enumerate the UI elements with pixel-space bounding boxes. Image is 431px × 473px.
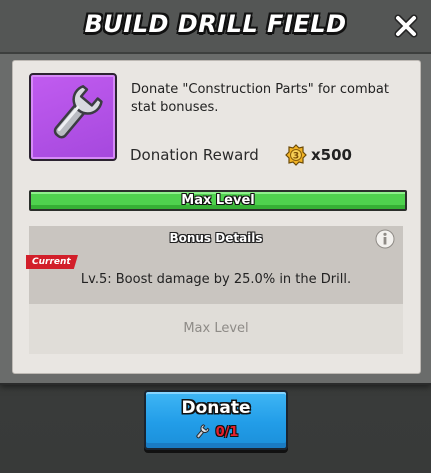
- svg-text:3: 3: [293, 152, 299, 162]
- current-tag: Current: [26, 255, 78, 269]
- dialog-header: BUILD DRILL FIELD: [0, 0, 431, 54]
- donate-button[interactable]: Donate 0/1: [144, 390, 288, 450]
- current-bonus-text: Lv.5: Boost damage by 25.0% in the Drill…: [80, 272, 352, 287]
- wrench-icon: [53, 85, 103, 139]
- next-bonus-text: Max Level: [183, 321, 249, 336]
- bonus-details-panel: Bonus Details Current Lv.5: Boost damage…: [26, 226, 403, 354]
- donate-cost: 0/1: [146, 424, 286, 440]
- bonus-header: Bonus Details: [29, 226, 403, 252]
- reward-label: Donation Reward: [130, 146, 259, 164]
- close-button[interactable]: [390, 10, 422, 42]
- donate-cost-text: 0/1: [215, 424, 239, 440]
- close-icon: [394, 14, 418, 38]
- info-button[interactable]: [375, 229, 395, 249]
- wrench-icon: [195, 424, 209, 439]
- current-bonus-row: Current Lv.5: Boost damage by 25.0% in t…: [26, 252, 403, 304]
- dialog-content: Donate "Construction Parts" for combat s…: [12, 60, 421, 374]
- medal-icon: 3: [285, 144, 307, 166]
- reward-value: 3 x500: [285, 144, 352, 166]
- level-progress-bar: Max Level: [29, 190, 407, 211]
- dialog-panel: BUILD DRILL FIELD Donate "Construction P…: [0, 0, 431, 385]
- dialog-title: BUILD DRILL FIELD: [84, 10, 347, 38]
- item-description: Donate "Construction Parts" for combat s…: [131, 82, 389, 115]
- next-bonus-row: Max Level: [29, 304, 403, 354]
- info-icon: [375, 229, 395, 249]
- level-label: Max Level: [181, 193, 255, 208]
- reward-amount: x500: [311, 146, 352, 164]
- donate-label: Donate: [181, 398, 251, 418]
- item-card: [29, 73, 117, 161]
- bonus-title: Bonus Details: [169, 231, 263, 245]
